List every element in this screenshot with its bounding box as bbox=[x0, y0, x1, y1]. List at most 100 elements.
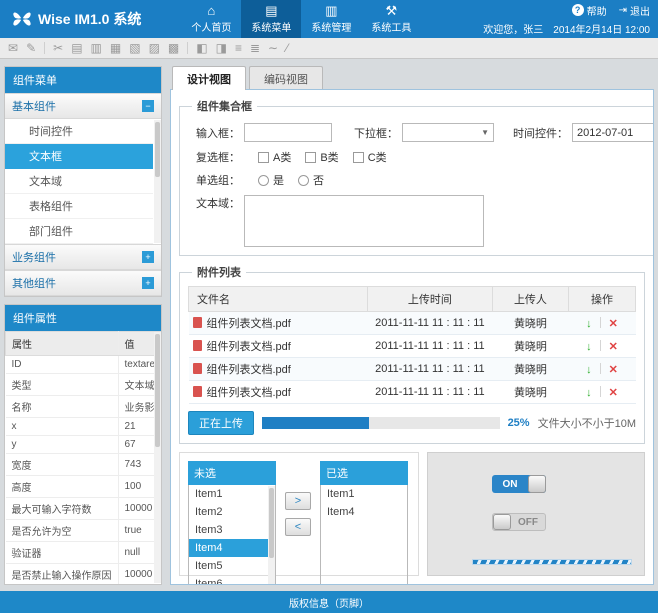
unselected-list-scrollbar[interactable] bbox=[268, 486, 275, 585]
list-item[interactable]: Item6 bbox=[189, 575, 268, 585]
cut-icon[interactable]: ✂ bbox=[53, 41, 63, 55]
property-row[interactable]: 类型文本域组件 bbox=[6, 374, 162, 396]
attachment-table: 文件名 上传时间 上传人 操作 组件列表文档.pdf 2011-11-11 11… bbox=[188, 286, 636, 404]
property-row[interactable]: x21 bbox=[6, 418, 162, 436]
attachment-row[interactable]: 组件列表文档.pdf 2011-11-11 11 : 11 : 11 黄晓明 ↓… bbox=[189, 381, 636, 404]
checkbox-class-b[interactable] bbox=[305, 152, 316, 163]
toggle-knob[interactable] bbox=[493, 514, 511, 530]
edit-icon[interactable]: ✎ bbox=[26, 41, 36, 55]
component-properties-panel: 组件属性 属性 值 IDtextarea_1 类型文本域组件 名称业务影响分析说… bbox=[4, 304, 162, 585]
accordion-business-components[interactable]: 业务组件 + bbox=[5, 244, 161, 270]
property-row[interactable]: 宽度743 bbox=[6, 454, 162, 476]
attachment-time: 2011-11-11 11 : 11 : 11 bbox=[367, 358, 492, 381]
radio-no[interactable] bbox=[298, 175, 309, 186]
accordion-other-components[interactable]: 其他组件 + bbox=[5, 270, 161, 296]
uploading-button[interactable]: 正在上传 bbox=[188, 411, 254, 435]
sidebar-item-table-component[interactable]: 表格组件 bbox=[5, 194, 153, 219]
toolbar-separator bbox=[187, 42, 188, 54]
table-icon[interactable]: ▤ bbox=[71, 41, 82, 55]
help-button[interactable]: ? 帮助 bbox=[572, 3, 607, 18]
lines-icon[interactable]: ≣ bbox=[250, 41, 260, 55]
delete-icon[interactable]: ✕ bbox=[609, 341, 618, 353]
grid-icon[interactable]: ▦ bbox=[110, 41, 121, 55]
hatch-left-icon[interactable]: ▧ bbox=[129, 41, 140, 55]
property-row[interactable]: 最大可输入字符数10000 bbox=[6, 498, 162, 520]
selected-list: 已选 Item1 Item4 bbox=[320, 461, 408, 585]
property-name: 高度 bbox=[6, 476, 119, 498]
dropdown-select[interactable]: ▼ bbox=[402, 123, 494, 142]
move-left-button[interactable]: < bbox=[285, 518, 311, 536]
delete-icon[interactable]: ✕ bbox=[609, 387, 618, 399]
date-value: 2012-07-01 bbox=[577, 127, 633, 139]
property-row[interactable]: IDtextarea_1 bbox=[6, 356, 162, 374]
property-row[interactable]: 高度100 bbox=[6, 476, 162, 498]
hatch-right-icon[interactable]: ▨ bbox=[149, 41, 160, 55]
rows-icon[interactable]: ▥ bbox=[91, 41, 102, 55]
nav-item-system-menu[interactable]: ▤ 系统菜单 bbox=[241, 0, 301, 38]
component-list-scrollbar[interactable] bbox=[154, 120, 161, 243]
toggle-switch-on[interactable]: ON bbox=[492, 475, 546, 493]
attachment-row[interactable]: 组件列表文档.pdf 2011-11-11 11 : 11 : 11 黄晓明 ↓… bbox=[189, 312, 636, 335]
list-item-selected[interactable]: Item4 bbox=[189, 539, 268, 557]
list-item[interactable]: Item5 bbox=[189, 557, 268, 575]
sidebar-item-department-component[interactable]: 部门组件 bbox=[5, 219, 153, 244]
download-icon[interactable]: ↓ bbox=[586, 364, 592, 376]
download-icon[interactable]: ↓ bbox=[586, 341, 592, 353]
list-item[interactable]: Item1 bbox=[189, 485, 268, 503]
delete-icon[interactable]: ✕ bbox=[609, 364, 618, 376]
sidebar-item-textarea[interactable]: 文本域 bbox=[5, 169, 153, 194]
property-row[interactable]: y67 bbox=[6, 436, 162, 454]
sidebar: 组件菜单 基本组件 − 时间控件 文本框 文本域 表格组件 部门组件 业务组件 … bbox=[4, 66, 162, 585]
date-input[interactable]: 2012-07-01 bbox=[572, 123, 654, 142]
collapse-icon[interactable]: − bbox=[142, 100, 154, 112]
move-right-button[interactable]: > bbox=[285, 492, 311, 510]
expand-icon[interactable]: + bbox=[142, 277, 154, 289]
sidebar-item-textbox[interactable]: 文本框 bbox=[5, 144, 153, 169]
checkbox-class-c[interactable] bbox=[353, 152, 364, 163]
list-icon[interactable]: ≡ bbox=[235, 41, 242, 55]
tab-code-view[interactable]: 编码视图 bbox=[249, 66, 323, 89]
app-title: Wise IM1.0 系统 bbox=[38, 9, 141, 29]
attachment-row[interactable]: 组件列表文档.pdf 2011-11-11 11 : 11 : 11 黄晓明 ↓… bbox=[189, 358, 636, 381]
manage-icon: ▥ bbox=[325, 4, 337, 18]
download-icon[interactable]: ↓ bbox=[586, 318, 592, 330]
property-row[interactable]: 名称业务影响分析说明 bbox=[6, 396, 162, 418]
toggle-off-label: OFF bbox=[511, 517, 545, 528]
nav-item-system-manage[interactable]: ▥ 系统管理 bbox=[301, 0, 361, 38]
list-item[interactable]: Item3 bbox=[189, 521, 268, 539]
logout-button[interactable]: ⇥ 退出 bbox=[619, 3, 650, 18]
property-row[interactable]: 是否允许为空true bbox=[6, 520, 162, 542]
property-row[interactable]: 验证器null bbox=[6, 542, 162, 564]
tab-design-view[interactable]: 设计视图 bbox=[172, 66, 246, 90]
sidebar-item-time-control[interactable]: 时间控件 bbox=[5, 119, 153, 144]
download-icon[interactable]: ↓ bbox=[586, 387, 592, 399]
slash-icon[interactable]: ⁄ bbox=[286, 41, 288, 55]
mail-icon[interactable]: ✉ bbox=[8, 41, 18, 55]
delete-icon[interactable]: ✕ bbox=[609, 318, 618, 330]
text-input[interactable] bbox=[244, 123, 332, 142]
nav-item-system-tools[interactable]: ⚒ 系统工具 bbox=[361, 0, 421, 38]
toggle-knob[interactable] bbox=[528, 475, 546, 493]
list-item[interactable]: Item1 bbox=[321, 485, 407, 503]
pdf-file-icon bbox=[193, 386, 202, 397]
attachment-list-fieldset: 附件列表 文件名 上传时间 上传人 操作 组件列表文档.pdf 2011-11-… bbox=[179, 264, 645, 444]
split-right-icon[interactable]: ◨ bbox=[216, 41, 227, 55]
radio-yes[interactable] bbox=[258, 175, 269, 186]
expand-icon[interactable]: + bbox=[142, 251, 154, 263]
component-collection-fieldset: 组件集合框 输入框： 下拉框： ▼ 时间控件： 2012-07-01 bbox=[179, 98, 654, 256]
nav-item-home[interactable]: ⌂ 个人首页 bbox=[181, 0, 241, 38]
checkbox-class-a[interactable] bbox=[258, 152, 269, 163]
properties-scrollbar[interactable] bbox=[154, 332, 161, 583]
accordion-basic-components[interactable]: 基本组件 − bbox=[5, 93, 161, 119]
textarea-field[interactable] bbox=[244, 195, 484, 247]
property-name: 验证器 bbox=[6, 542, 119, 564]
toggle-switch-off[interactable]: OFF bbox=[492, 513, 546, 531]
cells-icon[interactable]: ▩ bbox=[168, 41, 179, 55]
toggle-on-label: ON bbox=[492, 479, 528, 490]
split-left-icon[interactable]: ◧ bbox=[196, 41, 207, 55]
attachment-row[interactable]: 组件列表文档.pdf 2011-11-11 11 : 11 : 11 黄晓明 ↓… bbox=[189, 335, 636, 358]
wave-icon[interactable]: ∼ bbox=[268, 41, 278, 55]
list-item[interactable]: Item4 bbox=[321, 503, 407, 521]
property-row[interactable]: 是否禁止输入操作原因10000 bbox=[6, 564, 162, 585]
list-item[interactable]: Item2 bbox=[189, 503, 268, 521]
